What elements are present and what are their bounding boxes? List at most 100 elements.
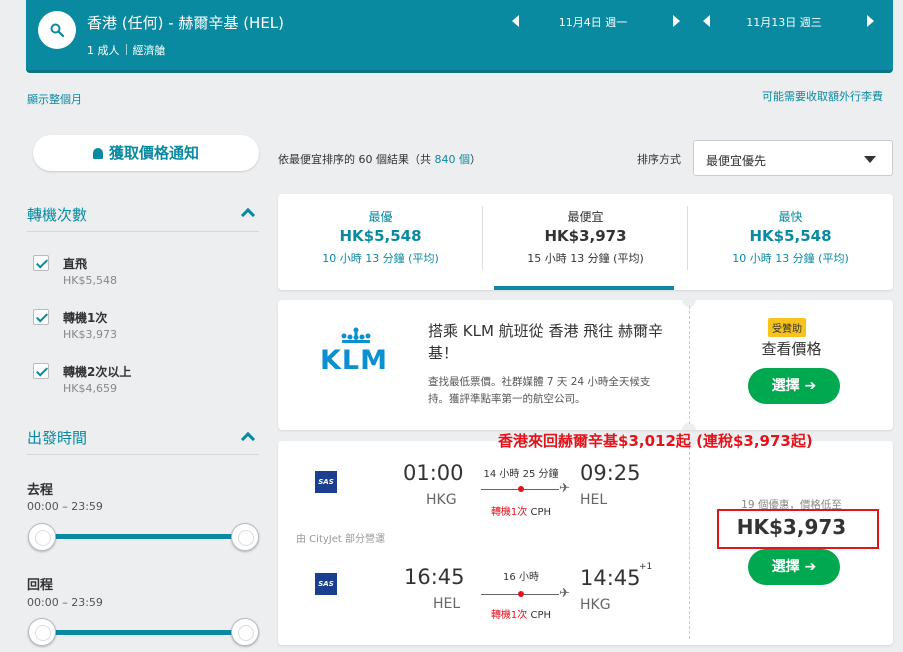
separator (125, 44, 127, 55)
ad-select-button[interactable]: 選擇 ➔ (748, 368, 840, 404)
outbound-duration: 14 小時 25 分鐘 (483, 469, 559, 480)
depart-date[interactable]: 11月4日 週一 (538, 14, 648, 30)
plane-icon: ✈ (559, 481, 570, 496)
search-summary-bar[interactable]: 香港 (任何) - 赫爾辛基 (HEL) 1 成人 經濟艙 11月4日 週一 11… (26, 0, 893, 73)
outbound-time-slider[interactable] (42, 534, 245, 539)
extra-baggage-fees-link[interactable]: 可能需要收取額外行李費 (762, 88, 883, 104)
return-stops: 轉機1次 CPH (471, 606, 571, 621)
outbound-stop-count: 轉機1次 (490, 507, 528, 518)
outbound-depart-time: 01:00 (403, 461, 464, 485)
return-slider-min-handle[interactable] (28, 618, 56, 646)
outbound-slider-min-handle[interactable] (28, 523, 56, 551)
tab-fastest[interactable]: 最快 HK$5,548 10 小時 13 分鐘 (平均) (688, 194, 893, 290)
two-plus-stops-checkbox[interactable] (33, 363, 49, 379)
results-suffix: ） (470, 153, 481, 166)
show-whole-month-link[interactable]: 顯示整個月 (27, 91, 82, 107)
outbound-slider-max-handle[interactable] (231, 523, 259, 551)
one-stop-checkbox[interactable] (33, 309, 49, 325)
divider (27, 454, 259, 455)
return-duration: 16 小時 (503, 572, 539, 583)
active-tab-indicator (494, 286, 674, 290)
flight-select-button[interactable]: 選擇 ➔ (748, 549, 840, 585)
sponsored-ad-card[interactable]: KLM 搭乘 KLM 航班從 香港 飛往 赫爾辛基！ 查找最低票價。社群媒體 7… (278, 300, 893, 430)
results-mid: 排序的 60 個結果（共 (322, 153, 435, 166)
stops-option-price: HK$5,548 (63, 274, 117, 287)
tab-best[interactable]: 最優 HK$5,548 10 小時 13 分鐘 (平均) (278, 194, 483, 290)
return-slider-max-handle[interactable] (231, 618, 259, 646)
return-arrive-time: 14:45 (580, 566, 641, 590)
sas-logo-icon: SAS (315, 573, 337, 595)
operated-by-note: 由 CityJet 部分營運 (296, 534, 385, 545)
price-alert-label: 獲取價格通知 (108, 144, 199, 162)
stops-option-label: 直飛 (63, 257, 88, 271)
outbound-depart-airport: HKG (426, 492, 457, 508)
results-total-link[interactable]: 840 個 (435, 153, 471, 166)
sort-value: 最便宜優先 (706, 154, 767, 168)
sponsored-badge: 受贊助 (768, 318, 806, 337)
bell-icon (92, 148, 103, 159)
return-time-slider[interactable] (42, 630, 245, 635)
outbound-arrive-airport: HEL (580, 492, 608, 508)
promo-annotation: 香港來回赫爾辛基$3,012起 (連稅$3,973起) (498, 432, 813, 450)
return-stop-count: 轉機1次 (490, 610, 528, 621)
klm-logo: KLM (320, 345, 388, 376)
price-alert-button[interactable]: 獲取價格通知 (33, 135, 259, 171)
departure-time-filter-title[interactable]: 出發時間 (27, 427, 87, 448)
direct-checkbox[interactable] (33, 255, 49, 271)
sas-logo-icon: SAS (315, 471, 337, 493)
chevron-up-icon[interactable] (240, 207, 256, 223)
tab-price: HK$3,973 (544, 227, 627, 245)
divider (689, 306, 690, 424)
day-offset: +1 (639, 562, 653, 572)
divider (27, 231, 259, 232)
stops-option-price: HK$3,973 (63, 328, 117, 341)
return-time-range: 00:00 – 23:59 (27, 596, 103, 609)
tab-duration: 10 小時 13 分鐘 (平均) (732, 252, 849, 265)
ticket-notch (682, 423, 696, 430)
outbound-stops: 轉機1次 CPH (471, 503, 571, 518)
tab-title: 最快 (778, 210, 803, 224)
prev-depart-date-icon[interactable] (512, 15, 519, 27)
ad-title[interactable]: 搭乘 KLM 航班從 香港 飛往 赫爾辛基！ (428, 320, 678, 364)
outbound-stop-airport: CPH (530, 507, 552, 518)
stops-filter-title[interactable]: 轉機次數 (27, 204, 87, 225)
return-time-label: 回程 (27, 578, 54, 593)
sort-dropdown[interactable]: 最便宜優先 (693, 140, 893, 176)
sort-tabs: 最優 HK$5,548 10 小時 13 分鐘 (平均) 最便宜 HK$3,97… (278, 194, 893, 290)
outbound-time-range: 00:00 – 23:59 (27, 500, 103, 513)
outbound-arrive-time: 09:25 (580, 461, 641, 485)
tab-price: HK$5,548 (339, 227, 422, 245)
tab-duration: 10 小時 13 分鐘 (平均) (322, 252, 439, 265)
route-title[interactable]: 香港 (任何) - 赫爾辛基 (HEL) (87, 12, 284, 33)
tab-cheapest[interactable]: 最便宜 HK$3,973 15 小時 13 分鐘 (平均) (483, 194, 688, 290)
return-date[interactable]: 11月13日 週三 (729, 14, 839, 30)
stops-option-label: 轉機2次以上 (63, 365, 132, 379)
view-price-label: 查看價格 (761, 340, 822, 358)
plane-icon: ✈ (559, 586, 570, 601)
search-button[interactable] (38, 11, 76, 49)
sort-label: 排序方式 (637, 153, 681, 166)
results-count: 依最便宜排序的 60 個結果（共 840 個） (278, 151, 481, 167)
results-sort-word: 最便宜 (289, 153, 322, 166)
chevron-up-icon[interactable] (240, 431, 256, 447)
return-depart-airport: HEL (433, 596, 461, 612)
chevron-down-icon (864, 156, 876, 163)
next-return-date-icon[interactable] (867, 15, 874, 27)
stop-dot (518, 591, 524, 597)
search-icon (50, 23, 64, 37)
outbound-time-label: 去程 (27, 483, 54, 498)
passenger-count: 1 成人 (87, 44, 120, 57)
tab-price: HK$5,548 (749, 227, 832, 245)
price-highlight-box (717, 509, 879, 549)
stops-option-price: HK$4,659 (63, 382, 117, 395)
next-depart-date-icon[interactable] (673, 15, 680, 27)
tab-title: 最便宜 (567, 210, 604, 224)
prev-return-date-icon[interactable] (703, 15, 710, 27)
tab-duration: 15 小時 13 分鐘 (平均) (527, 252, 644, 265)
return-depart-time: 16:45 (404, 565, 465, 589)
return-stop-airport: CPH (530, 610, 552, 621)
tab-title: 最優 (368, 210, 393, 224)
ad-description: 查找最低票價。社群媒體 7 天 24 小時全天候支持。獲評準點率第一的航空公司。 (428, 376, 651, 405)
passenger-cabin-summary[interactable]: 1 成人 經濟艙 (87, 42, 166, 58)
stops-option-label: 轉機1次 (63, 311, 108, 325)
